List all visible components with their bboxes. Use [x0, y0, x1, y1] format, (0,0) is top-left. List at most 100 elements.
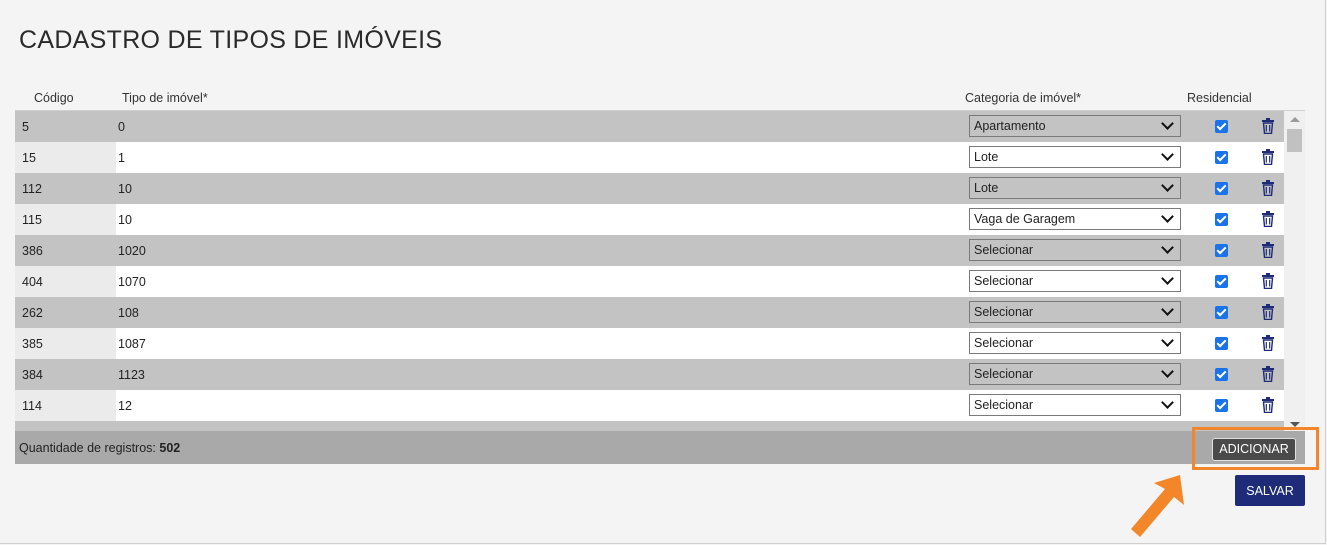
trash-icon[interactable] [1261, 180, 1275, 197]
categoria-value: Selecionar [974, 398, 1034, 412]
residencial-checkbox[interactable] [1215, 120, 1228, 133]
trash-icon[interactable] [1261, 118, 1275, 135]
tipo-input[interactable]: 12 [118, 399, 132, 413]
chevron-down-icon [1161, 117, 1174, 130]
codigo-value: 5 [22, 120, 29, 134]
chevron-down-icon [1161, 148, 1174, 161]
categoria-select[interactable]: Selecionar [969, 394, 1181, 416]
categoria-select[interactable]: Selecionar [969, 270, 1181, 292]
types-table: Código Tipo de imóvel* Categoria de imóv… [15, 86, 1305, 433]
table-body[interactable]: 5 0 Apartamento 15 1 Lote 112 10 Lote 115 10 Vaga d… [15, 110, 1305, 433]
codigo-cell: 115 [15, 204, 116, 235]
header-categoria: Categoria de imóvel* [965, 91, 1082, 105]
chevron-down-icon [1161, 365, 1174, 378]
scroll-up-icon[interactable] [1290, 117, 1300, 122]
trash-icon[interactable] [1261, 304, 1275, 321]
categoria-select[interactable]: Selecionar [969, 301, 1181, 323]
trash-icon[interactable] [1261, 335, 1275, 352]
codigo-value: 386 [22, 244, 43, 258]
codigo-cell: 114 [15, 390, 116, 421]
codigo-cell: 15 [15, 142, 116, 173]
table-row: 385 1087 Selecionar [15, 328, 1284, 359]
codigo-cell: 112 [15, 173, 116, 204]
table-row: 404 1070 Selecionar [15, 266, 1284, 297]
tipo-input[interactable]: 1 [118, 151, 125, 165]
codigo-cell: 386 [15, 235, 116, 266]
chevron-down-icon [1161, 179, 1174, 192]
codigo-cell: 385 [15, 328, 116, 359]
codigo-value: 384 [22, 368, 43, 382]
tipo-input[interactable]: 1087 [118, 337, 146, 351]
categoria-value: Apartamento [974, 119, 1046, 133]
categoria-value: Lote [974, 181, 999, 195]
categoria-select[interactable]: Lote [969, 146, 1181, 168]
categoria-value: Selecionar [974, 305, 1034, 319]
trash-icon[interactable] [1261, 242, 1275, 259]
residencial-checkbox[interactable] [1215, 244, 1228, 257]
residencial-checkbox[interactable] [1215, 275, 1228, 288]
categoria-value: Selecionar [974, 367, 1034, 381]
codigo-value: 112 [22, 182, 42, 196]
header-residencial: Residencial [1187, 91, 1252, 105]
add-button[interactable]: ADICIONAR [1212, 438, 1296, 461]
tipo-input[interactable]: 1020 [118, 244, 146, 258]
chevron-down-icon [1161, 241, 1174, 254]
residencial-checkbox[interactable] [1215, 213, 1228, 226]
categoria-value: Lote [974, 150, 999, 164]
codigo-cell: 384 [15, 359, 116, 390]
categoria-value: Selecionar [974, 336, 1034, 350]
table-row: 112 10 Lote [15, 173, 1284, 204]
record-count: Quantidade de registros: 502 [19, 441, 180, 455]
codigo-cell: 5 [15, 111, 116, 142]
tipo-input[interactable]: 10 [118, 182, 132, 196]
residencial-checkbox[interactable] [1215, 337, 1228, 350]
tipo-input[interactable]: 10 [118, 213, 132, 227]
table-row: 115 10 Vaga de Garagem [15, 204, 1284, 235]
categoria-select[interactable]: Selecionar [969, 363, 1181, 385]
chevron-down-icon [1161, 210, 1174, 223]
chevron-down-icon [1161, 303, 1174, 316]
page-title: CADASTRO DE TIPOS DE IMÓVEIS [19, 26, 443, 54]
save-button[interactable]: SALVAR [1235, 475, 1305, 506]
categoria-value: Vaga de Garagem [974, 212, 1076, 226]
tipo-input[interactable]: 108 [118, 306, 139, 320]
residencial-checkbox[interactable] [1215, 182, 1228, 195]
codigo-cell: 262 [15, 297, 116, 328]
trash-icon[interactable] [1261, 273, 1275, 290]
table-footer: Quantidade de registros: 502 [15, 431, 1305, 464]
categoria-value: Selecionar [974, 274, 1034, 288]
categoria-select[interactable]: Lote [969, 177, 1181, 199]
table-row: 114 12 Selecionar [15, 390, 1284, 421]
trash-icon[interactable] [1261, 397, 1275, 414]
scroll-thumb[interactable] [1287, 129, 1302, 152]
categoria-select[interactable]: Selecionar [969, 239, 1181, 261]
categoria-select[interactable]: Vaga de Garagem [969, 208, 1181, 230]
trash-icon[interactable] [1261, 149, 1275, 166]
header-tipo: Tipo de imóvel* [122, 91, 208, 105]
trash-icon[interactable] [1261, 366, 1275, 383]
residencial-checkbox[interactable] [1215, 368, 1228, 381]
residencial-checkbox[interactable] [1215, 306, 1228, 319]
arrow-icon [1131, 475, 1184, 537]
chevron-down-icon [1161, 396, 1174, 409]
codigo-value: 115 [22, 213, 42, 227]
categoria-select[interactable]: Apartamento [969, 115, 1181, 137]
codigo-value: 15 [22, 151, 36, 165]
chevron-down-icon [1161, 334, 1174, 347]
categoria-select[interactable]: Selecionar [969, 332, 1181, 354]
table-scrollbar[interactable] [1284, 111, 1305, 433]
tipo-input[interactable]: 0 [118, 120, 125, 134]
residencial-checkbox[interactable] [1215, 399, 1228, 412]
table-row: 5 0 Apartamento [15, 111, 1284, 142]
trash-icon[interactable] [1261, 211, 1275, 228]
table-row: 384 1123 Selecionar [15, 359, 1284, 390]
chevron-down-icon [1161, 272, 1174, 285]
table-header: Código Tipo de imóvel* Categoria de imóv… [15, 86, 1305, 110]
tipo-input[interactable]: 1070 [118, 275, 146, 289]
codigo-value: 404 [22, 275, 43, 289]
residencial-checkbox[interactable] [1215, 151, 1228, 164]
codigo-value: 262 [22, 306, 43, 320]
record-count-label: Quantidade de registros: [19, 441, 160, 455]
table-row: 15 1 Lote [15, 142, 1284, 173]
tipo-input[interactable]: 1123 [118, 368, 145, 382]
